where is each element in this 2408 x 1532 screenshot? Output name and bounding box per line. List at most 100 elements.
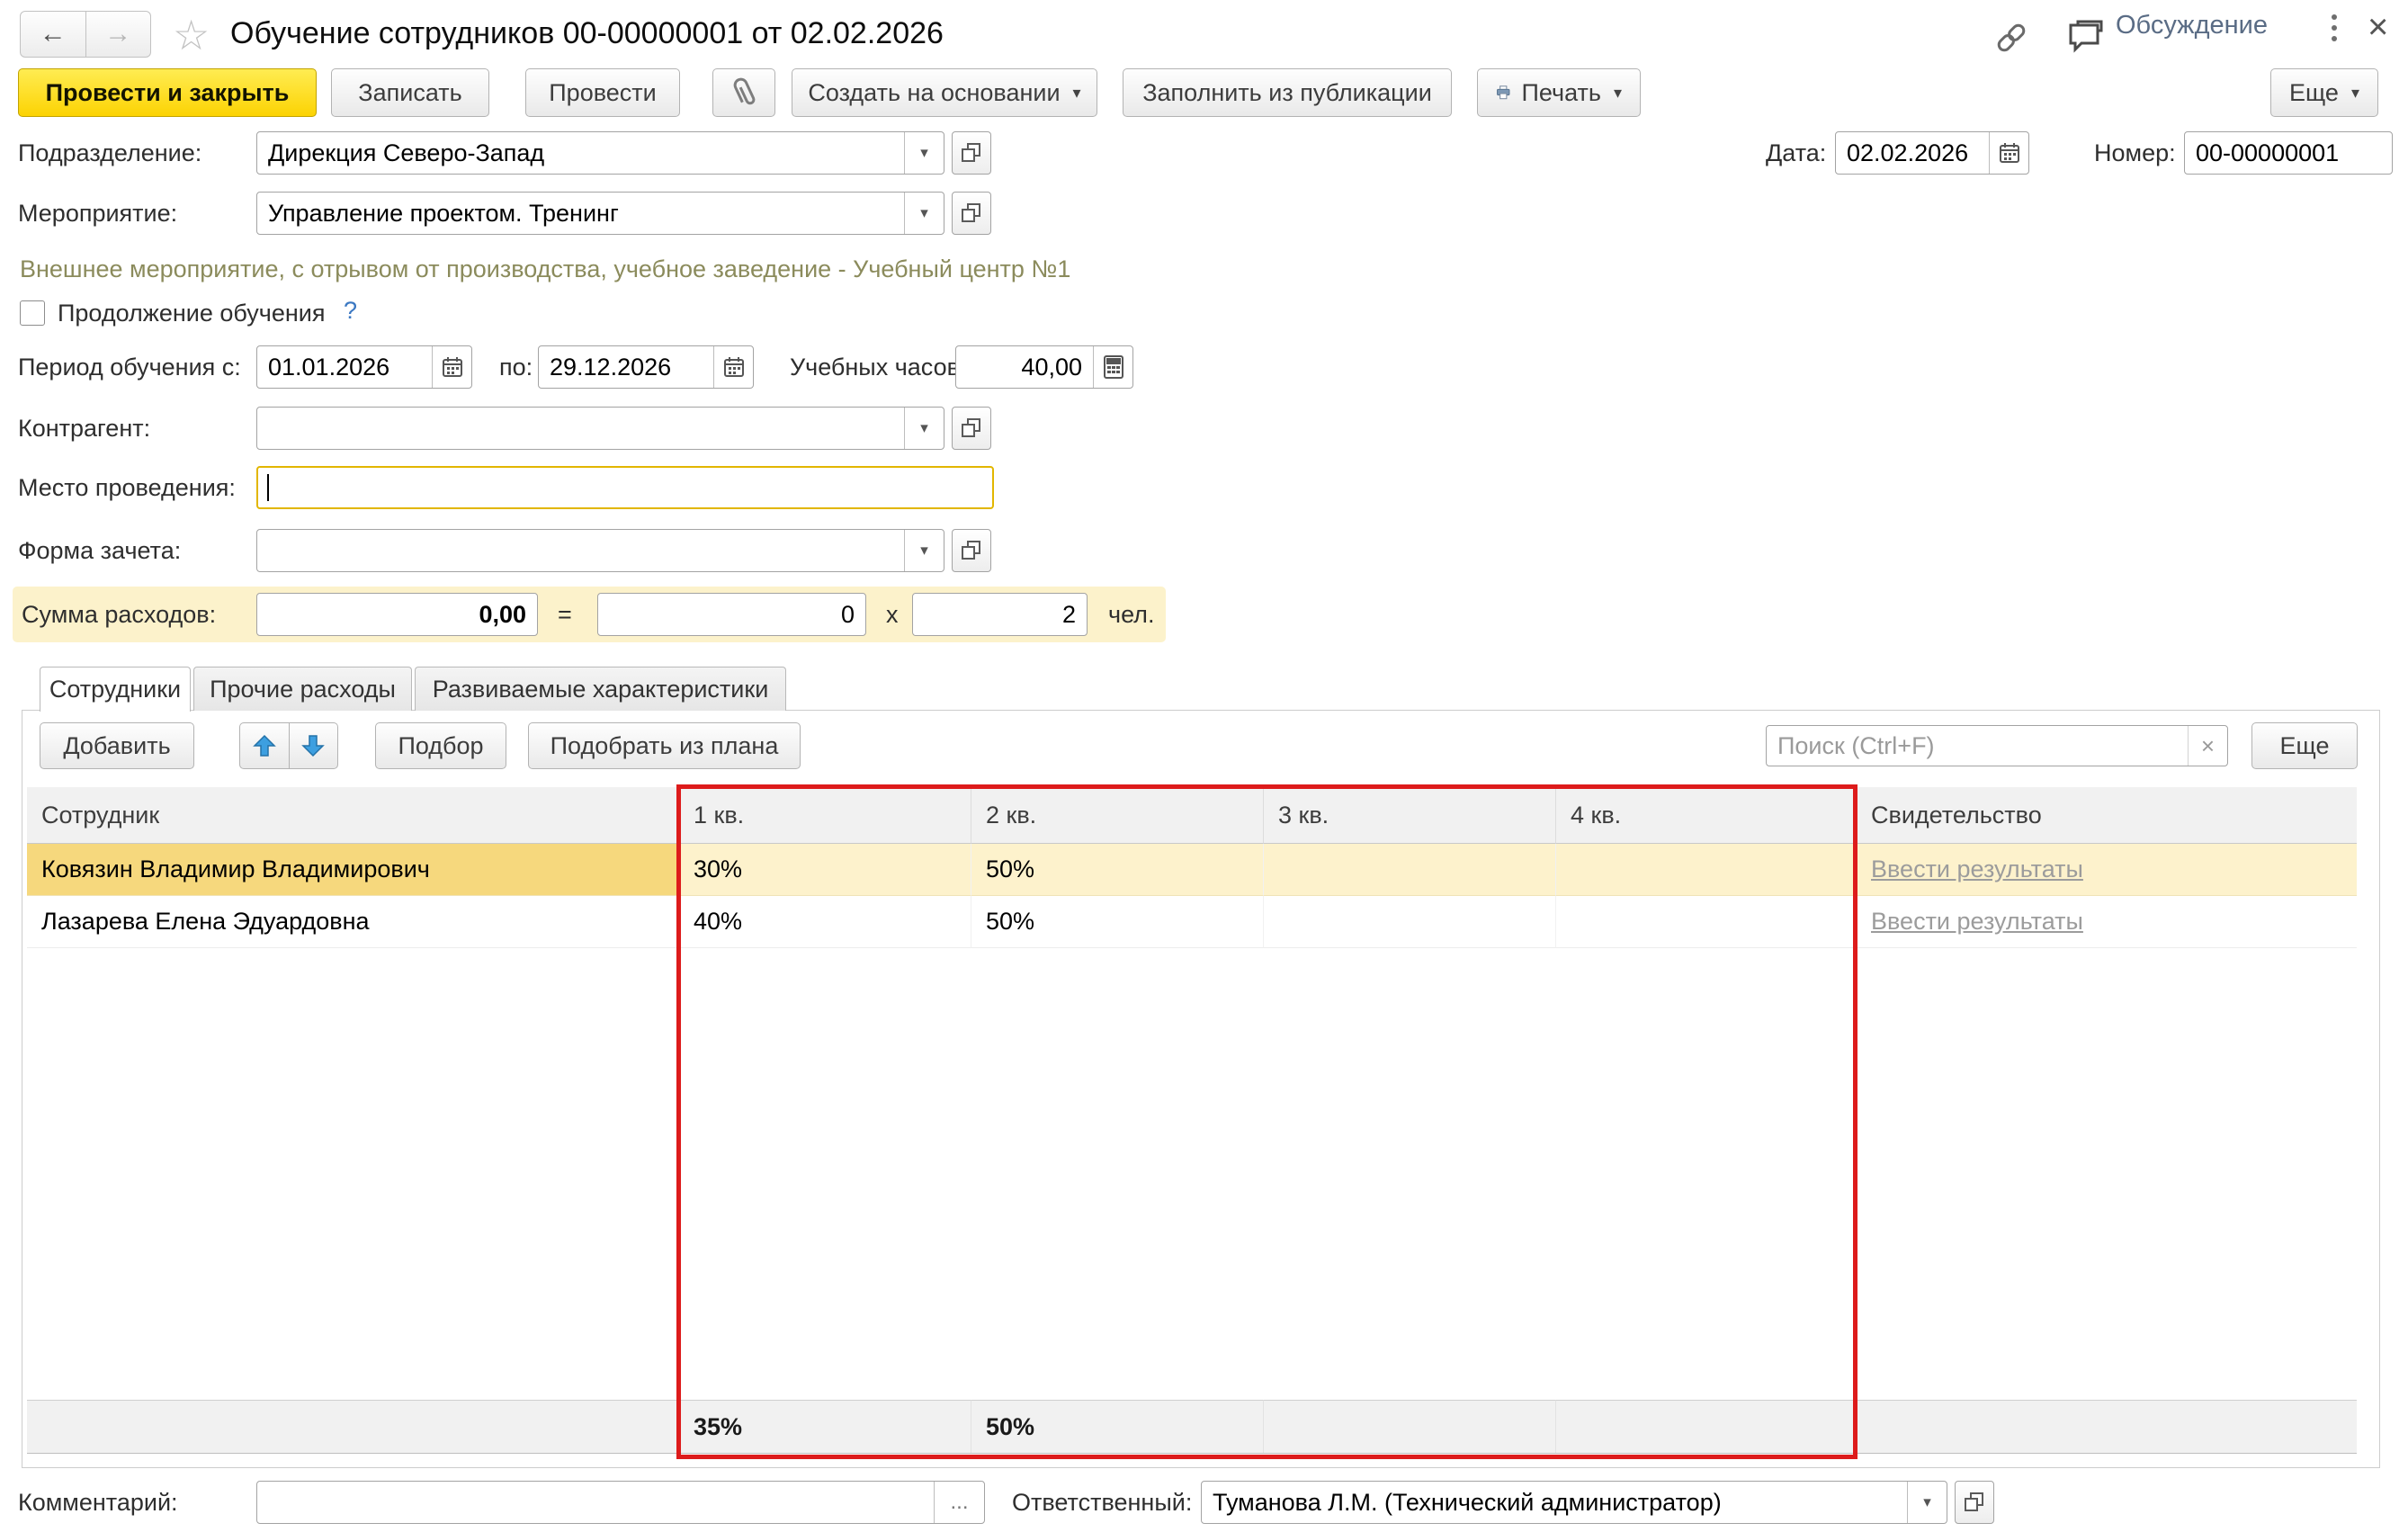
calculator-icon[interactable] bbox=[1093, 346, 1132, 388]
more-actions-button[interactable]: Еще bbox=[2270, 68, 2378, 117]
calendar-icon[interactable] bbox=[713, 346, 753, 388]
back-button[interactable]: ← bbox=[20, 11, 86, 58]
column-header-q2[interactable]: 2 кв. bbox=[971, 787, 1264, 844]
open-in-new-icon bbox=[960, 141, 983, 165]
print-button[interactable]: Печать bbox=[1477, 68, 1641, 117]
date-input[interactable] bbox=[1836, 132, 1989, 174]
period-to-input[interactable] bbox=[539, 346, 713, 388]
continue-training-checkbox[interactable] bbox=[20, 300, 45, 326]
post-button[interactable]: Провести bbox=[525, 68, 680, 117]
department-open-button[interactable] bbox=[952, 131, 991, 175]
table-totals-row: 35% 50% bbox=[27, 1400, 2357, 1454]
q4-cell[interactable] bbox=[1556, 844, 1857, 896]
chevron-down-icon[interactable] bbox=[904, 132, 944, 174]
expenses-per-person-input[interactable] bbox=[598, 594, 865, 635]
number-field[interactable] bbox=[2184, 131, 2393, 175]
search-field[interactable]: × bbox=[1766, 725, 2228, 766]
column-header-q1[interactable]: 1 кв. bbox=[679, 787, 971, 844]
responsible-input[interactable] bbox=[1202, 1482, 1907, 1523]
clear-search-icon[interactable]: × bbox=[2188, 726, 2227, 766]
people-count-input[interactable] bbox=[913, 594, 1087, 635]
search-input[interactable] bbox=[1767, 726, 2188, 766]
q4-cell[interactable] bbox=[1556, 896, 1857, 948]
move-down-button[interactable] bbox=[290, 722, 339, 769]
pick-from-plan-button[interactable]: Подобрать из плана bbox=[528, 722, 801, 769]
contractor-open-button[interactable] bbox=[952, 407, 991, 450]
enter-results-link[interactable]: Ввести результаты bbox=[1871, 856, 2083, 883]
hours-field[interactable] bbox=[955, 345, 1133, 389]
q3-cell[interactable] bbox=[1264, 844, 1556, 896]
venue-input[interactable] bbox=[269, 468, 992, 507]
credit-form-field[interactable] bbox=[256, 529, 944, 572]
employee-cell[interactable]: Ковязин Владимир Владимирович bbox=[27, 844, 679, 896]
q2-cell[interactable]: 50% bbox=[971, 896, 1264, 948]
chevron-down-icon[interactable] bbox=[904, 408, 944, 449]
calendar-icon[interactable] bbox=[1989, 132, 2028, 174]
column-header-q4[interactable]: 4 кв. bbox=[1556, 787, 1857, 844]
post-and-close-button[interactable]: Провести и закрыть bbox=[18, 68, 317, 117]
tab-other-expenses[interactable]: Прочие расходы bbox=[193, 667, 412, 711]
chevron-down-icon bbox=[2351, 84, 2359, 103]
people-count-field[interactable] bbox=[912, 593, 1088, 636]
q2-cell[interactable]: 50% bbox=[971, 844, 1264, 896]
table-row[interactable]: Ковязин Владимир Владимирович 30% 50% Вв… bbox=[27, 844, 2357, 896]
comment-field[interactable]: ... bbox=[256, 1481, 985, 1524]
favorite-star-icon[interactable]: ☆ bbox=[173, 13, 210, 58]
chevron-down-icon[interactable] bbox=[1907, 1482, 1947, 1523]
credit-form-input[interactable] bbox=[257, 530, 904, 571]
event-input[interactable] bbox=[257, 193, 904, 234]
pick-button[interactable]: Подбор bbox=[375, 722, 506, 769]
add-row-button[interactable]: Добавить bbox=[40, 722, 194, 769]
responsible-open-button[interactable] bbox=[1955, 1481, 1994, 1524]
expenses-total-field[interactable] bbox=[256, 593, 538, 636]
totals-employee-cell bbox=[27, 1400, 679, 1453]
hours-input[interactable] bbox=[956, 346, 1093, 388]
more-menu-icon[interactable] bbox=[2332, 14, 2337, 41]
discussion-icon[interactable] bbox=[2062, 18, 2105, 56]
period-to-field[interactable] bbox=[538, 345, 754, 389]
column-header-certificate[interactable]: Свидетельство bbox=[1857, 787, 2357, 844]
department-input[interactable] bbox=[257, 132, 904, 174]
q1-cell[interactable]: 40% bbox=[679, 896, 971, 948]
close-icon[interactable]: × bbox=[2368, 7, 2388, 47]
help-link[interactable]: ? bbox=[344, 297, 357, 325]
period-from-field[interactable] bbox=[256, 345, 472, 389]
column-header-employee[interactable]: Сотрудник bbox=[27, 787, 679, 844]
responsible-field[interactable] bbox=[1201, 1481, 1947, 1524]
number-input[interactable] bbox=[2185, 132, 2392, 174]
venue-field[interactable] bbox=[256, 466, 994, 509]
contractor-input[interactable] bbox=[257, 408, 904, 449]
department-field[interactable] bbox=[256, 131, 944, 175]
fill-from-publication-button[interactable]: Заполнить из публикации bbox=[1123, 68, 1452, 117]
comment-input[interactable] bbox=[257, 1482, 934, 1523]
move-up-button[interactable] bbox=[239, 722, 290, 769]
credit-form-open-button[interactable] bbox=[952, 529, 991, 572]
attachments-button[interactable] bbox=[712, 68, 775, 117]
chevron-down-icon[interactable] bbox=[904, 530, 944, 571]
employee-cell[interactable]: Лазарева Елена Эдуардовна bbox=[27, 896, 679, 948]
table-more-button[interactable]: Еще bbox=[2251, 722, 2358, 769]
tab-developed-characteristics[interactable]: Развиваемые характеристики bbox=[415, 667, 786, 711]
enter-results-link[interactable]: Ввести результаты bbox=[1871, 908, 2083, 936]
copy-link-icon[interactable] bbox=[1992, 20, 2031, 56]
table-row[interactable]: Лазарева Елена Эдуардовна 40% 50% Ввести… bbox=[27, 896, 2357, 948]
q3-cell[interactable] bbox=[1264, 896, 1556, 948]
chevron-down-icon[interactable] bbox=[904, 193, 944, 234]
calendar-icon[interactable] bbox=[432, 346, 471, 388]
create-based-on-button[interactable]: Создать на основании bbox=[792, 68, 1097, 117]
more-actions-label: Еще bbox=[2289, 79, 2339, 107]
date-field[interactable] bbox=[1835, 131, 2029, 175]
forward-button[interactable]: → bbox=[86, 11, 152, 58]
save-button[interactable]: Записать bbox=[331, 68, 489, 117]
event-open-button[interactable] bbox=[952, 192, 991, 235]
period-from-input[interactable] bbox=[257, 346, 432, 388]
event-field[interactable] bbox=[256, 192, 944, 235]
expenses-total-input[interactable] bbox=[257, 594, 537, 635]
contractor-field[interactable] bbox=[256, 407, 944, 450]
tab-employees[interactable]: Сотрудники bbox=[40, 667, 191, 712]
discussion-label[interactable]: Обсуждение bbox=[2116, 5, 2268, 45]
q1-cell[interactable]: 30% bbox=[679, 844, 971, 896]
expenses-per-person-field[interactable] bbox=[597, 593, 866, 636]
column-header-q3[interactable]: 3 кв. bbox=[1264, 787, 1556, 844]
comment-more-button[interactable]: ... bbox=[934, 1482, 984, 1523]
